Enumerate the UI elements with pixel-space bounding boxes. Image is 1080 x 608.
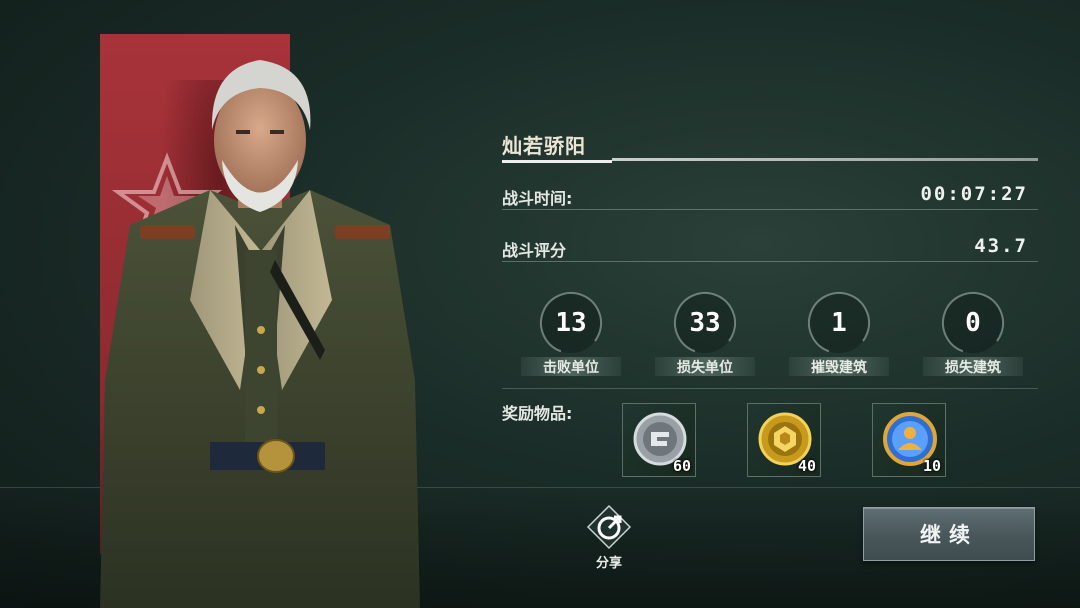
row-divider xyxy=(502,209,1038,210)
reward-item-silver[interactable]: 60 xyxy=(622,403,696,477)
name-underline-accent xyxy=(502,160,612,163)
share-label: 分享 xyxy=(595,556,622,571)
stat-label: 摧毁建筑 xyxy=(789,357,889,376)
stat-label: 击败单位 xyxy=(521,357,621,376)
rewards-label: 奖励物品: xyxy=(502,404,573,423)
stat-value: 13 xyxy=(555,308,587,338)
stat-units-lost: 33 损失单位 xyxy=(655,290,755,386)
stat-value: 33 xyxy=(689,308,721,338)
reward-quantity: 40 xyxy=(797,457,816,475)
player-name: 灿若骄阳 xyxy=(502,134,586,158)
commander-portrait xyxy=(100,60,420,608)
reward-item-gold[interactable]: 40 xyxy=(747,403,821,477)
battle-time-value: 00:07:27 xyxy=(920,183,1028,205)
stat-value: 1 xyxy=(831,308,847,338)
row-divider xyxy=(502,388,1038,389)
stat-label: 损失单位 xyxy=(655,357,755,376)
stat-label: 损失建筑 xyxy=(923,357,1023,376)
name-underline xyxy=(612,158,1038,161)
reward-quantity: 60 xyxy=(672,457,691,475)
stat-units-defeated: 13 击败单位 xyxy=(521,290,621,386)
battle-time-label: 战斗时间: xyxy=(502,189,573,208)
share-button[interactable]: 分享 xyxy=(584,504,634,571)
reward-quantity: 10 xyxy=(922,457,941,475)
battle-score-value: 43.7 xyxy=(974,235,1028,257)
continue-button[interactable]: 继续 xyxy=(863,507,1035,561)
stat-value: 0 xyxy=(965,308,981,338)
reward-item-commander[interactable]: 10 xyxy=(872,403,946,477)
stat-buildings-lost: 0 损失建筑 xyxy=(923,290,1023,386)
share-icon xyxy=(586,504,632,550)
stat-buildings-destroyed: 1 摧毁建筑 xyxy=(789,290,889,386)
battle-score-label: 战斗评分 xyxy=(502,241,567,260)
row-divider xyxy=(502,261,1038,262)
